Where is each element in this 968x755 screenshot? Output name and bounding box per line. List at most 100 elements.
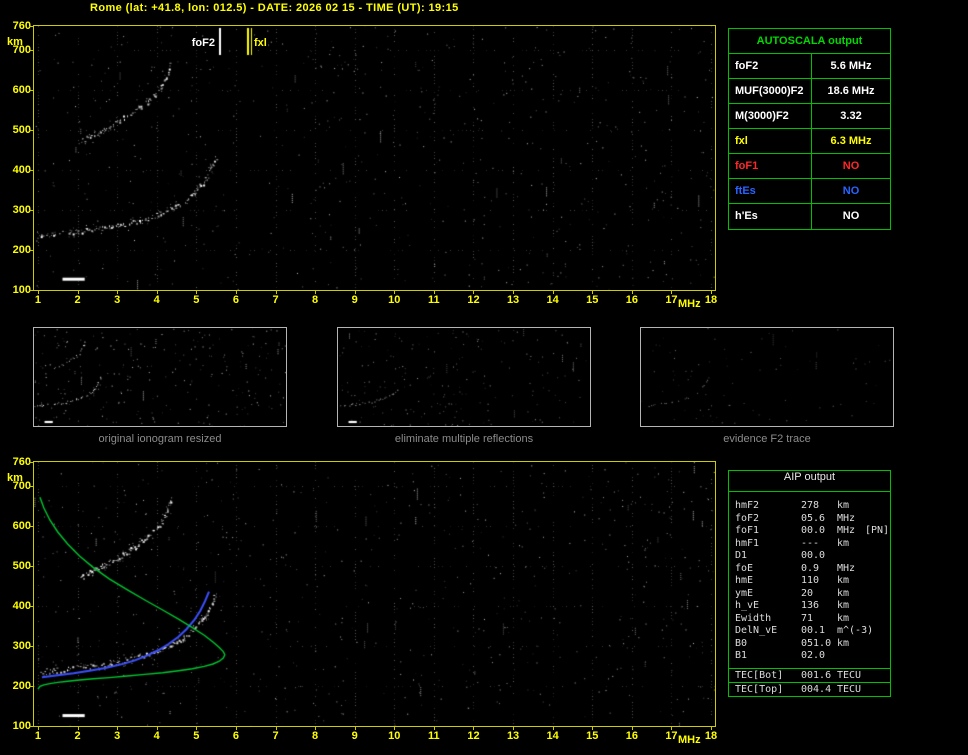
x-axis-tick-mark: [592, 727, 593, 730]
aip-note: [865, 513, 890, 526]
aip-unit: [837, 650, 865, 663]
y-axis-tick-label: 600: [4, 84, 31, 96]
x-axis-tick-label: 4: [147, 730, 167, 742]
thumbnail-original-ionogram: [33, 327, 287, 427]
x-axis-tick-label: 7: [266, 730, 286, 742]
aip-label: hmE: [735, 575, 801, 588]
x-axis-tick-mark: [196, 727, 197, 730]
x-axis-tick-label: 6: [226, 294, 246, 306]
x-axis-tick-mark: [394, 727, 395, 730]
y-axis-tick-label: 500: [4, 124, 31, 136]
autoscala-row-fof2: foF2 5.6 MHz: [729, 54, 890, 79]
y-axis-tick-label: 200: [4, 680, 31, 692]
aip-value: 004.4: [801, 683, 837, 696]
autoscala-label-hes: h'Es: [729, 204, 812, 229]
autoscala-value-m3000f2: 3.32: [812, 104, 890, 128]
x-axis-tick-label: 6: [226, 730, 246, 742]
aip-row-foe: foE0.9MHz: [729, 563, 890, 576]
aip-label: TEC[Bot]: [735, 669, 801, 682]
aip-unit: MHz: [837, 563, 865, 576]
aip-unit: TECU: [837, 669, 865, 682]
aip-row-tec-top-: TEC[Top]004.4TECU: [729, 682, 890, 696]
aip-row-fof1: foF100.0MHz[PN]: [729, 525, 890, 538]
x-axis-tick-label: 3: [107, 730, 127, 742]
x-axis-tick-mark: [434, 291, 435, 294]
autoscala-table-header: AUTOSCALA output: [729, 29, 890, 54]
aip-value: 71: [801, 613, 837, 626]
x-axis-tick-mark: [276, 727, 277, 730]
aip-label: D1: [735, 550, 801, 563]
y-axis-tick-label: 100: [4, 284, 31, 296]
x-axis-tick-mark: [355, 291, 356, 294]
autoscala-row-ftes: ftEs NO: [729, 179, 890, 204]
aip-note: [865, 575, 890, 588]
x-axis-tick-label: 12: [463, 730, 483, 742]
aip-note: [865, 683, 890, 696]
autoscala-row-m3000f2: M(3000)F2 3.32: [729, 104, 890, 129]
autoscala-ionogram-screen: Rome (lat: +41.8, lon: 012.5) - DATE: 20…: [0, 0, 968, 755]
x-axis-tick-label: 8: [305, 730, 325, 742]
aip-note: [865, 538, 890, 551]
aip-label: hmF2: [735, 500, 801, 513]
aip-unit: m^(-3): [837, 625, 865, 638]
x-axis-unit-label: MHz: [678, 734, 701, 746]
thumbnail-evidence-f2-canvas: [641, 328, 893, 426]
aip-value: 00.1: [801, 625, 837, 638]
aip-row-tec-bot-: TEC[Bot]001.6TECU: [729, 668, 890, 682]
autoscala-output-table: AUTOSCALA output foF2 5.6 MHz MUF(3000)F…: [728, 28, 891, 230]
x-axis-tick-label: 1: [28, 730, 48, 742]
thumbnail-caption-multiples: eliminate multiple reflections: [337, 433, 591, 445]
x-axis-tick-mark: [513, 727, 514, 730]
autoscala-label-fof1: foF1: [729, 154, 812, 178]
aip-value: 051.0: [801, 638, 837, 651]
x-axis-tick-label: 3: [107, 294, 127, 306]
x-axis-unit-label: MHz: [678, 298, 701, 310]
x-axis-tick-label: 2: [68, 294, 88, 306]
autoscala-value-ftes: NO: [812, 179, 890, 203]
aip-row-hmf2: hmF2278km: [729, 500, 890, 513]
aip-unit: km: [837, 538, 865, 551]
thumbnail-original-canvas: [34, 328, 286, 426]
x-axis-tick-mark: [355, 727, 356, 730]
x-axis-tick-label: 10: [384, 730, 404, 742]
x-axis-tick-mark: [553, 291, 554, 294]
autoscala-label-fof2: foF2: [729, 54, 812, 78]
thumbnail-caption-original: original ionogram resized: [33, 433, 287, 445]
aip-unit: MHz: [837, 513, 865, 526]
x-axis-tick-label: 16: [622, 730, 642, 742]
x-axis-tick-label: 1: [28, 294, 48, 306]
autoscala-row-fof1: foF1 NO: [729, 154, 890, 179]
autoscala-row-fxl: fxl 6.3 MHz: [729, 129, 890, 154]
x-axis-tick-label: 4: [147, 294, 167, 306]
x-axis-tick-label: 17: [661, 294, 681, 306]
x-axis-tick-mark: [632, 291, 633, 294]
fof2-marker-label: foF2: [186, 37, 216, 49]
x-axis-tick-label: 11: [424, 294, 444, 306]
x-axis-tick-mark: [157, 291, 158, 294]
y-axis-tick-label: 300: [4, 640, 31, 652]
aip-tec-rows-container: TEC[Bot]001.6TECUTEC[Top]004.4TECU: [729, 668, 890, 696]
aip-value: 05.6: [801, 513, 837, 526]
aip-note: [865, 669, 890, 682]
aip-unit: km: [837, 500, 865, 513]
aip-label: TEC[Top]: [735, 683, 801, 696]
x-axis-tick-label: 2: [68, 730, 88, 742]
aip-table-header: AIP output: [729, 471, 890, 492]
aip-note: [865, 550, 890, 563]
aip-row-ewidth: Ewidth71km: [729, 613, 890, 626]
x-axis-tick-mark: [553, 727, 554, 730]
aip-value: 136: [801, 600, 837, 613]
aip-row-d1: D100.0: [729, 550, 890, 563]
aip-note: [865, 638, 890, 651]
x-axis-tick-mark: [394, 291, 395, 294]
x-axis-tick-mark: [236, 291, 237, 294]
y-axis-tick-label: 760: [4, 456, 31, 468]
x-axis-tick-mark: [78, 727, 79, 730]
x-axis-tick-label: 12: [463, 294, 483, 306]
x-axis-tick-mark: [196, 291, 197, 294]
aip-value: 110: [801, 575, 837, 588]
aip-unit: km: [837, 575, 865, 588]
aip-note: [PN]: [865, 525, 890, 538]
x-axis-tick-mark: [592, 291, 593, 294]
x-axis-tick-mark: [38, 291, 39, 294]
